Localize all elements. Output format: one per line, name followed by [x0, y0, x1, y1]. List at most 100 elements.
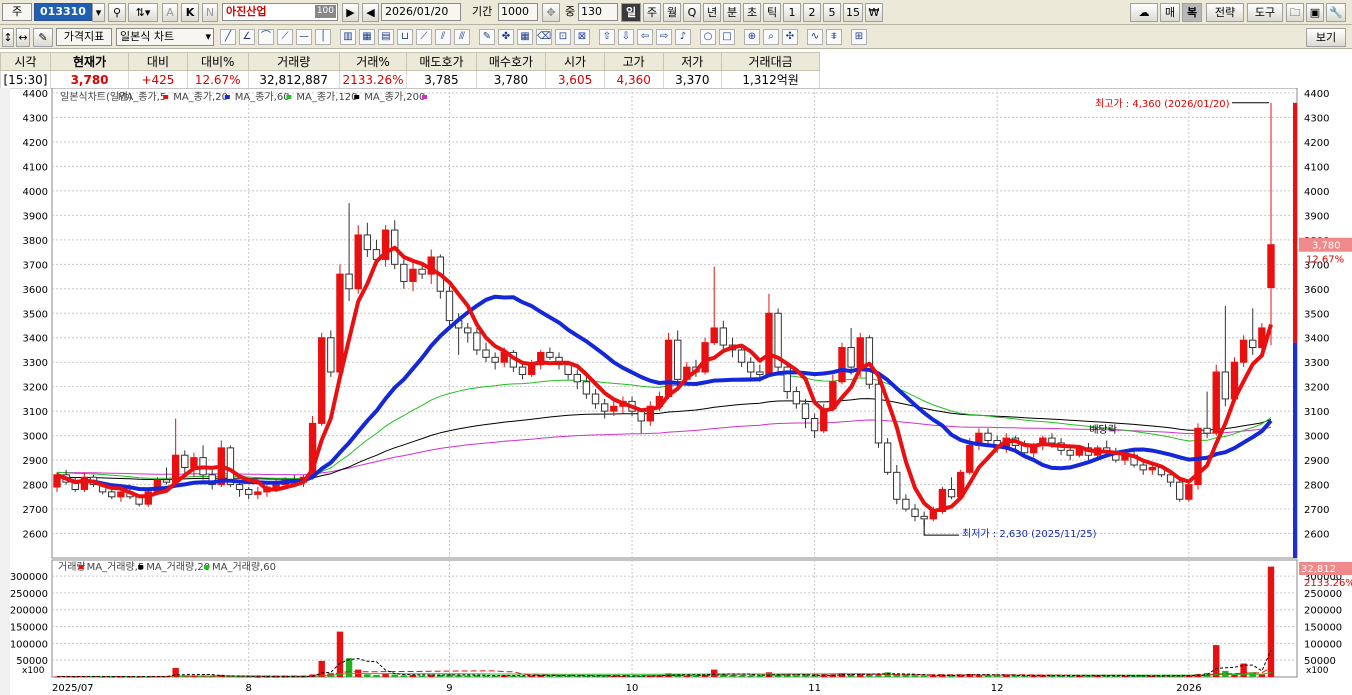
arrow-left-icon[interactable]: ⇦ — [637, 29, 653, 45]
candle-body — [792, 391, 801, 405]
fan-tool-icon[interactable]: ⟋ — [277, 29, 293, 45]
table-tool-icon[interactable]: ▤ — [378, 29, 394, 45]
interval-tab[interactable]: 5 — [823, 3, 841, 22]
cycle-icon[interactable]: ⩨ — [826, 29, 842, 45]
date-input[interactable]: 2026/01/20 — [381, 3, 461, 21]
interval-tab[interactable]: 초 — [743, 3, 761, 22]
candle-body — [765, 312, 773, 375]
interval-tab[interactable]: Q — [683, 3, 701, 22]
eraser-icon[interactable]: ⌫ — [536, 29, 552, 45]
price-tick-label-left: 3400 — [23, 334, 48, 345]
copy-button[interactable]: 복 — [1182, 3, 1202, 22]
stock-name-field[interactable]: 아진산업 100 — [222, 3, 338, 21]
zoom-area-icon[interactable]: ⌕ — [763, 29, 779, 45]
interval-tab[interactable]: 주 — [643, 3, 661, 22]
channel-tool-icon[interactable]: ⊔ — [397, 29, 413, 45]
wave-icon[interactable]: ∿ — [807, 29, 823, 45]
grid-tool-icon[interactable]: ▥ — [340, 29, 356, 45]
crosshair-icon[interactable]: ✣ — [782, 29, 798, 45]
view-button[interactable]: 보기 — [1306, 28, 1346, 47]
edit-icon[interactable]: ✎ — [33, 28, 53, 47]
candle-body — [1176, 481, 1184, 500]
quote-col-header: 대비 — [128, 52, 188, 71]
circle-icon[interactable]: ○ — [700, 29, 716, 45]
search-icon[interactable]: ⚲ — [108, 3, 126, 22]
arrow-up-icon[interactable]: ⇧ — [599, 29, 615, 45]
cloud-icon[interactable]: ☁ — [1130, 3, 1158, 22]
interval-tab[interactable]: 일 — [621, 3, 641, 22]
pencil-icon[interactable]: ✎ — [479, 29, 495, 45]
price-tick-label-left: 2600 — [23, 530, 48, 541]
interval-tab[interactable]: 2 — [803, 3, 821, 22]
price-chart-svg[interactable]: 2600 2600 2700 2700 2800 2800 2900 2900 3000 3000… — [0, 87, 1352, 695]
price-tick-label-right: 4300 — [1304, 113, 1329, 124]
chart-type-select[interactable]: 일본식 차트 ▾ — [116, 28, 214, 46]
bars-tool-icon[interactable]: ▦ — [359, 29, 375, 45]
interval-tab[interactable]: 분 — [723, 3, 741, 22]
candle-body — [838, 347, 846, 383]
price-tick-label-left: 3800 — [23, 236, 48, 247]
code-dropdown-icon[interactable]: ▾ — [92, 3, 105, 22]
pitchfork-tool-icon[interactable]: ⫻ — [454, 29, 470, 45]
expand-icon[interactable]: ✥ — [542, 3, 560, 22]
trend-tool-icon[interactable]: ⟋ — [416, 29, 432, 45]
period-input[interactable]: 1000 — [498, 3, 538, 21]
x-tick-label: 2025/07 — [52, 683, 94, 694]
arrow-down-icon[interactable]: ⇩ — [618, 29, 634, 45]
interval-tab[interactable]: 년 — [703, 3, 721, 22]
clear-icon[interactable]: ⊡ — [555, 29, 571, 45]
volume-unit-left: x100 — [22, 666, 45, 676]
palette-icon[interactable]: ✤ — [498, 29, 514, 45]
quote-col-header: 시각 — [0, 52, 51, 71]
parallel-tool-icon[interactable]: ⫽ — [435, 29, 451, 45]
interval-tab[interactable]: 15 — [843, 3, 863, 22]
note-icon[interactable]: ♪ — [675, 29, 691, 45]
print-icon[interactable]: ⊞ — [851, 29, 867, 45]
wrench-icon[interactable]: 🔧 — [1326, 3, 1346, 22]
price-tick-label-right: 3200 — [1304, 383, 1329, 394]
left-right-icon[interactable]: ↔ — [16, 28, 30, 47]
interval-tab[interactable]: 월 — [663, 3, 681, 22]
volume-bar — [902, 675, 910, 677]
n-toggle[interactable]: N — [202, 3, 218, 22]
hline-tool-icon[interactable]: — — [296, 29, 312, 45]
volume-bar — [1213, 645, 1220, 677]
arrow-right-icon[interactable]: ⇨ — [656, 29, 672, 45]
line-tool-icon[interactable]: ╱ — [220, 29, 236, 45]
prev-icon[interactable]: ◀ — [362, 3, 379, 22]
candle-body — [354, 234, 362, 290]
interval-tab[interactable]: 틱 — [763, 3, 781, 22]
volume-legend-swatch — [78, 565, 84, 569]
angle-tool-icon[interactable]: ∠ — [239, 29, 255, 45]
zoom-icon[interactable]: ⊕ — [744, 29, 760, 45]
square-icon[interactable]: □ — [719, 29, 735, 45]
chart-area[interactable]: 2600 2600 2700 2700 2800 2800 2900 2900 3000 3000… — [0, 87, 1352, 695]
candle-body — [1139, 464, 1147, 471]
k-toggle[interactable]: K — [181, 3, 199, 22]
tools-button[interactable]: 도구 — [1247, 3, 1283, 22]
market-select[interactable]: 주 — [2, 3, 32, 21]
interval-tab[interactable]: 1 — [783, 3, 801, 22]
quote-value: 12.67% — [186, 70, 249, 89]
delete-icon[interactable]: ⊠ — [574, 29, 590, 45]
next-icon[interactable]: ▶ — [342, 3, 359, 22]
sort-icon[interactable]: ⇅▾ — [128, 3, 158, 22]
candle-body — [856, 337, 864, 368]
current-price-label: 3,780 — [1312, 241, 1341, 252]
arc-tool-icon[interactable]: ⌒ — [258, 29, 274, 45]
folder-icon[interactable]: 🗀 — [1286, 3, 1304, 22]
stock-code-input[interactable]: 013310 — [34, 3, 92, 21]
up-down-icon[interactable]: ↕ — [2, 28, 14, 47]
color-icon[interactable]: ▦ — [517, 29, 533, 45]
candle-body — [874, 383, 883, 444]
save-icon[interactable]: ▣ — [1306, 3, 1324, 22]
buy-button[interactable]: 매 — [1160, 3, 1180, 22]
indicator-button[interactable]: 가격지표 — [56, 28, 112, 46]
middle-input[interactable]: 130 — [578, 3, 618, 21]
interval-tab[interactable]: ₩ — [865, 3, 883, 22]
candle-body — [1148, 466, 1157, 471]
a-toggle[interactable]: A — [162, 3, 178, 22]
quote-col-header: 거래량 — [247, 52, 340, 71]
strategy-button[interactable]: 전략 — [1206, 3, 1244, 22]
vline-tool-icon[interactable]: │ — [315, 29, 331, 45]
